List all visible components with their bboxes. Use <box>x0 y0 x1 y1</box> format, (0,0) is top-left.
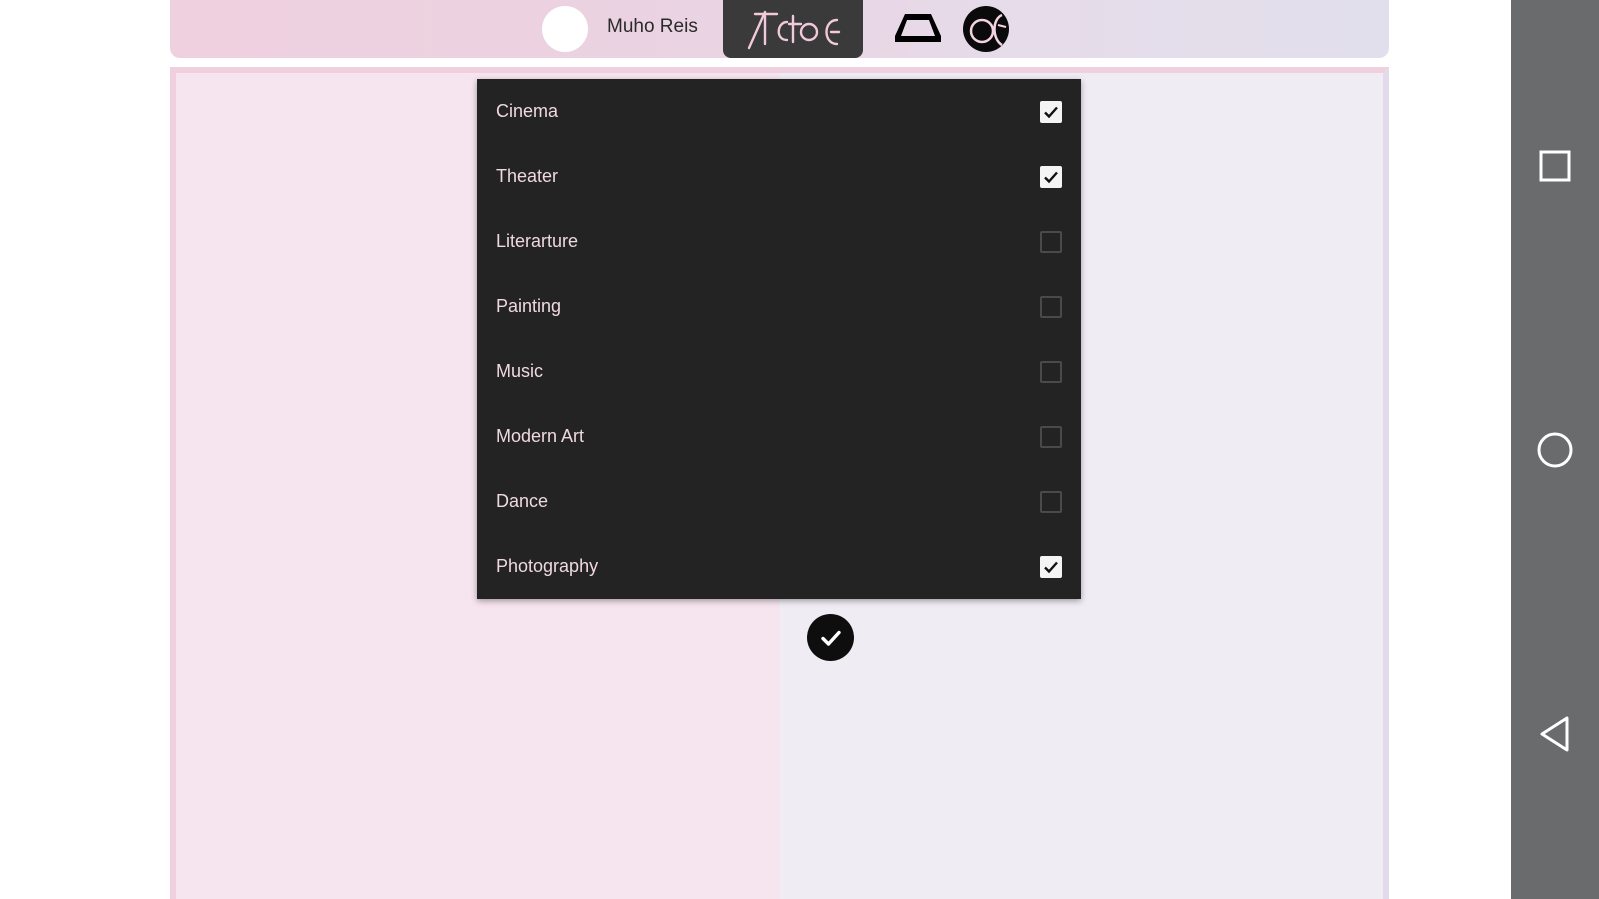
checkbox[interactable] <box>1040 230 1062 253</box>
checkmark-icon <box>1044 561 1058 573</box>
top-bar: Muho Reis <box>170 0 1389 58</box>
checkbox[interactable] <box>1040 555 1062 578</box>
username-label[interactable]: Muho Reis <box>607 16 698 38</box>
checkbox[interactable] <box>1040 295 1062 318</box>
option-dance[interactable]: Dance <box>477 469 1081 534</box>
user-avatar-icon[interactable] <box>542 6 588 52</box>
checkbox[interactable] <box>1040 425 1062 448</box>
category-dropdown: Cinema Theater Literarture Painting Musi… <box>477 79 1081 599</box>
app-logo-icon <box>747 10 841 50</box>
option-cinema[interactable]: Cinema <box>477 79 1081 144</box>
option-label: Dance <box>496 491 549 511</box>
system-nav-bar <box>1511 0 1599 899</box>
back-triangle-icon <box>1540 716 1569 752</box>
option-label: Photography <box>496 556 599 576</box>
option-label: Cinema <box>496 101 559 121</box>
home-button[interactable] <box>1533 428 1577 472</box>
home-circle-icon <box>1537 432 1573 468</box>
checkbox[interactable] <box>1040 360 1062 383</box>
home-cap-icon[interactable] <box>893 12 943 44</box>
option-label: Music <box>496 361 544 381</box>
globe-language-icon[interactable] <box>962 5 1010 53</box>
option-label: Theater <box>496 166 559 186</box>
checkbox[interactable] <box>1040 490 1062 513</box>
option-label: Modern Art <box>496 426 585 446</box>
option-painting[interactable]: Painting <box>477 274 1081 339</box>
checkmark-icon <box>1044 106 1058 118</box>
checkbox[interactable] <box>1040 100 1062 123</box>
option-label: Painting <box>496 296 562 316</box>
option-literature[interactable]: Literarture <box>477 209 1081 274</box>
option-music[interactable]: Music <box>477 339 1081 404</box>
recents-square-icon <box>1539 150 1571 182</box>
checkmark-icon <box>1044 171 1058 183</box>
option-photography[interactable]: Photography <box>477 534 1081 599</box>
option-modern-art[interactable]: Modern Art <box>477 404 1081 469</box>
option-theater[interactable]: Theater <box>477 144 1081 209</box>
checkbox[interactable] <box>1040 165 1062 188</box>
back-button[interactable] <box>1533 712 1577 756</box>
option-label: Literarture <box>496 231 579 251</box>
confirm-button[interactable] <box>807 614 854 661</box>
recents-button[interactable] <box>1533 144 1577 188</box>
app-logo-button[interactable] <box>723 0 863 58</box>
check-icon <box>820 630 841 646</box>
